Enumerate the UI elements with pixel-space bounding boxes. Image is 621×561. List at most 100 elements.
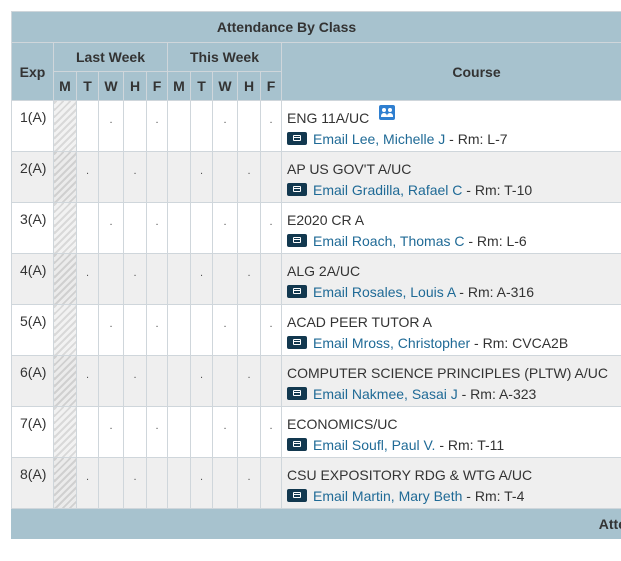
email-teacher-link[interactable]: Email Mross, Christopher — [313, 335, 470, 351]
attendance-cell — [212, 253, 238, 305]
attendance-cell — [167, 253, 191, 305]
attendance-cell — [53, 253, 77, 305]
attendance-mark: . — [155, 420, 159, 432]
teacher-line: Email Mross, Christopher - Rm: CVCA2B — [287, 333, 621, 354]
email-icon[interactable] — [287, 387, 307, 400]
table-row: 2(A).... AP US GOV'T A/UC Email Gradilla, … — [11, 151, 621, 203]
attendance-cell — [123, 304, 147, 356]
course-line: ECONOMICS/UC — [287, 414, 621, 435]
attendance-cell — [190, 202, 213, 254]
email-label: Email — [313, 437, 349, 453]
attendance-mark: . — [199, 471, 204, 483]
attendance-cell — [260, 355, 282, 407]
day-header-w: W — [98, 71, 124, 101]
attendance-cell: . — [123, 151, 147, 203]
attendance-mark: . — [109, 216, 113, 228]
attendance-table: Attendance By Class Exp Last Week This W… — [11, 11, 621, 509]
email-teacher-link[interactable]: Email Martin, Mary Beth — [313, 488, 462, 504]
attendance-cell: . — [146, 304, 168, 356]
attendance-cell: . — [76, 355, 99, 407]
attendance-cell: . — [237, 253, 261, 305]
email-teacher-link[interactable]: Email Rosales, Louis A — [313, 284, 455, 300]
attendance-cell — [53, 457, 77, 509]
attendance-mark: . — [133, 369, 137, 381]
attendance-cell: . — [260, 406, 282, 458]
table-row: 6(A).... COMPUTER SCIENCE PRINCIPLES (PLT… — [11, 355, 621, 407]
attendance-cell: . — [98, 100, 124, 152]
email-icon[interactable] — [287, 234, 307, 247]
attendance-mark: . — [247, 165, 251, 177]
attendance-cell: . — [260, 304, 282, 356]
attendance-cell — [53, 202, 77, 254]
attendance-mark: . — [109, 420, 113, 432]
teacher-name: Martin, Mary Beth — [351, 488, 463, 504]
course-cell: ACAD PEER TUTOR A Email Mross, Christophe… — [280, 304, 621, 356]
email-teacher-link[interactable]: Email Nakmee, Sasai J — [313, 386, 458, 402]
period-cell: 4(A) — [11, 253, 54, 305]
period-cell: 6(A) — [11, 355, 54, 407]
attendance-cell — [167, 355, 191, 407]
day-header-f: F — [146, 71, 168, 101]
email-icon[interactable] — [287, 489, 307, 502]
attendance-cell — [98, 151, 124, 203]
email-icon[interactable] — [287, 438, 307, 451]
attendance-cell: . — [212, 100, 238, 152]
attendance-cell — [190, 304, 213, 356]
course-line: ENG 11A/UC — [287, 105, 621, 129]
teacher-name: Soufl, Paul V. — [351, 437, 436, 453]
period-cell: 5(A) — [11, 304, 54, 356]
attendance-mark: . — [109, 114, 113, 126]
course-name: E2020 CR A — [287, 212, 365, 228]
attendance-cell — [53, 355, 77, 407]
email-icon[interactable] — [287, 183, 307, 196]
attendance-cell — [123, 406, 147, 458]
attendance-cell — [167, 151, 191, 203]
attendance-mark: . — [133, 165, 137, 177]
teacher-line: Email Gradilla, Rafael C - Rm: T-10 — [287, 180, 621, 201]
course-line: ACAD PEER TUTOR A — [287, 312, 621, 333]
room-text: - Rm: A-316 — [455, 284, 535, 300]
email-icon[interactable] — [287, 132, 307, 145]
email-teacher-link[interactable]: Email Lee, Michelle J — [313, 131, 445, 147]
attendance-mark: . — [109, 318, 113, 330]
course-line: ALG 2A/UC — [287, 261, 621, 282]
email-icon[interactable] — [287, 285, 307, 298]
attendance-mark: . — [199, 369, 204, 381]
table-row: 7(A).... ECONOMICS/UC Email Soufl, Paul V.… — [11, 406, 621, 458]
course-line: E2020 CR A — [287, 210, 621, 231]
attendance-cell — [53, 100, 77, 152]
attendance-mark: . — [133, 267, 137, 279]
room-text: - Rm: T-11 — [435, 437, 505, 453]
roster-icon[interactable] — [379, 105, 396, 120]
attendance-cell — [146, 151, 168, 203]
email-teacher-link[interactable]: Email Roach, Thomas C — [313, 233, 464, 249]
email-teacher-link[interactable]: Email Soufl, Paul V. — [313, 437, 435, 453]
attendance-cell — [212, 457, 238, 509]
attendance-cell — [76, 304, 99, 356]
attendance-mark: . — [269, 114, 273, 126]
period-cell: 3(A) — [11, 202, 54, 254]
email-icon[interactable] — [287, 336, 307, 349]
teacher-line: Email Martin, Mary Beth - Rm: T-4 — [287, 486, 621, 507]
course-name: ACAD PEER TUTOR A — [287, 314, 432, 330]
course-cell: E2020 CR A Email Roach, Thomas C - Rm: L-… — [280, 202, 621, 254]
attendance-cell: . — [146, 406, 168, 458]
attendance-mark: . — [155, 114, 159, 126]
course-header: Course — [280, 42, 621, 101]
day-header-w: W — [212, 71, 238, 101]
attendance-cell: . — [237, 457, 261, 509]
attendance-cell — [237, 100, 261, 152]
period-cell: 8(A) — [11, 457, 54, 509]
teacher-line: Email Roach, Thomas C - Rm: L-6 — [287, 231, 621, 252]
teacher-line: Email Soufl, Paul V. - Rm: T-11 — [287, 435, 621, 456]
course-name: ALG 2A/UC — [287, 263, 361, 279]
attendance-cell: . — [190, 355, 213, 407]
table-footer: Atte — [11, 509, 621, 539]
attendance-mark: . — [85, 267, 90, 279]
email-teacher-link[interactable]: Email Gradilla, Rafael C — [313, 182, 462, 198]
attendance-cell — [260, 253, 282, 305]
attendance-cell: . — [190, 253, 213, 305]
attendance-mark: . — [199, 165, 204, 177]
attendance-cell: . — [123, 457, 147, 509]
period-cell: 7(A) — [11, 406, 54, 458]
